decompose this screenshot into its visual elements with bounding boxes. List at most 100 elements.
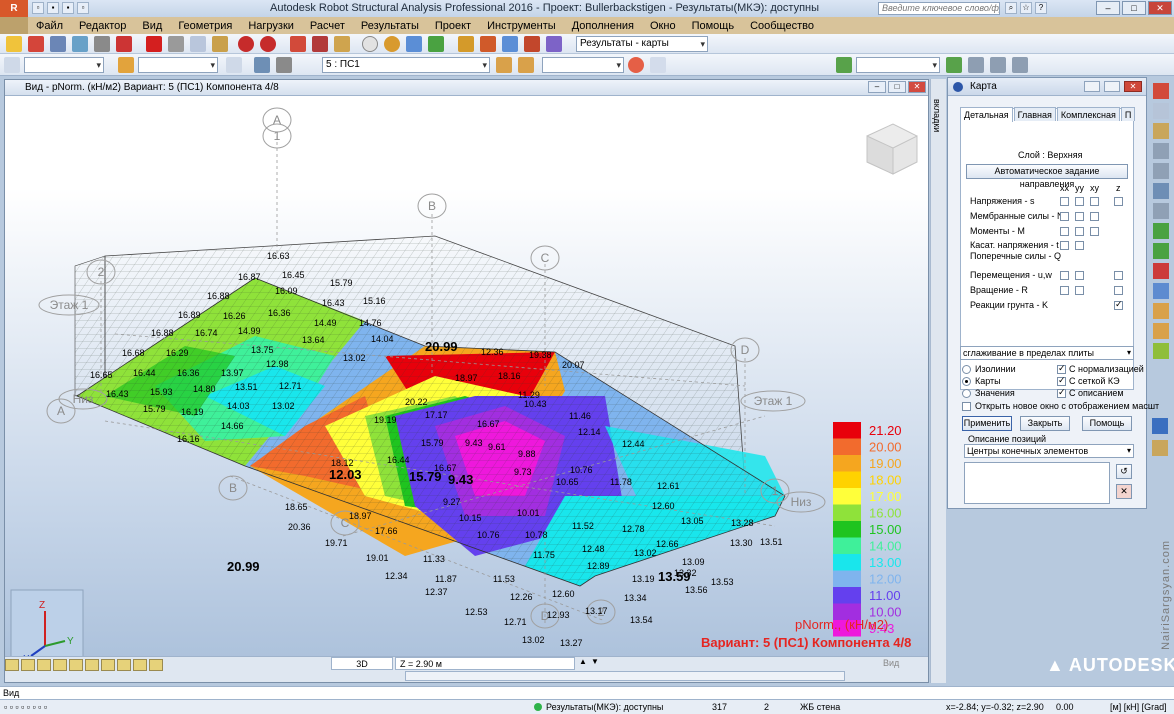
display-icon[interactable] bbox=[254, 57, 270, 73]
undo-icon[interactable] bbox=[238, 36, 254, 52]
case-next-icon[interactable] bbox=[518, 57, 534, 73]
view-cube[interactable] bbox=[866, 123, 918, 175]
calc-icon[interactable] bbox=[502, 36, 518, 52]
layer-combo[interactable] bbox=[856, 57, 940, 73]
side-tool-icon[interactable] bbox=[1153, 83, 1169, 99]
view-window[interactable]: Вид - pNorm. (кН/м2) Вариант: 5 (ПС1) Ко… bbox=[4, 79, 929, 683]
vb-tool-icon[interactable] bbox=[101, 659, 115, 671]
component-checkbox[interactable] bbox=[1075, 197, 1084, 206]
side-tool-icon[interactable] bbox=[1153, 243, 1169, 259]
side-tool-icon[interactable] bbox=[1153, 163, 1169, 179]
tabs-strip-label[interactable]: вкладки bbox=[932, 99, 942, 132]
vb-tool-icon[interactable] bbox=[37, 659, 51, 671]
side-tool-icon[interactable] bbox=[1153, 183, 1169, 199]
status-tools[interactable]: ▫ ▫ ▫ ▫ ▫ ▫ ▫ ▫ bbox=[4, 702, 47, 712]
dialog-close-button[interactable]: ✕ bbox=[1124, 81, 1142, 92]
vb-tool-icon[interactable] bbox=[117, 659, 131, 671]
component-checkbox[interactable] bbox=[1114, 197, 1123, 206]
new-project-icon[interactable] bbox=[6, 36, 22, 52]
rotate-icon[interactable] bbox=[428, 36, 444, 52]
vb-tool-icon[interactable] bbox=[5, 659, 19, 671]
layout-select[interactable]: Результаты - карты bbox=[576, 36, 708, 52]
view-close-button[interactable]: ✕ bbox=[908, 81, 926, 93]
filter-icon[interactable] bbox=[226, 57, 242, 73]
vb-tool-icon[interactable] bbox=[69, 659, 83, 671]
menu-item[interactable]: Расчет bbox=[302, 20, 353, 32]
z-down-icon[interactable]: ▼ bbox=[591, 657, 601, 670]
vb-tool-icon[interactable] bbox=[53, 659, 67, 671]
vb-tool-icon[interactable] bbox=[133, 659, 147, 671]
qa-open-icon[interactable]: ▪ bbox=[47, 2, 59, 14]
component-checkbox[interactable] bbox=[1060, 286, 1069, 295]
menu-item[interactable]: Дополнения bbox=[564, 20, 642, 32]
paste-icon[interactable] bbox=[212, 36, 228, 52]
values-radio[interactable] bbox=[962, 389, 971, 398]
component-checkbox[interactable] bbox=[1090, 197, 1099, 206]
position-desc-select[interactable]: Центры конечных элементов bbox=[964, 444, 1134, 458]
description-checkbox[interactable] bbox=[1057, 387, 1066, 398]
redo-icon[interactable] bbox=[260, 36, 276, 52]
vb-tool-icon[interactable] bbox=[85, 659, 99, 671]
component-checkbox[interactable] bbox=[1114, 299, 1123, 310]
layer-all-icon[interactable] bbox=[990, 57, 1006, 73]
apply-button[interactable]: Применить bbox=[962, 416, 1012, 431]
side-tool-icon[interactable] bbox=[1153, 303, 1169, 319]
menu-item[interactable]: Вид bbox=[134, 20, 170, 32]
normalize-checkbox[interactable] bbox=[1057, 363, 1066, 374]
menu-item[interactable]: Окно bbox=[642, 20, 684, 32]
side-tool-icon[interactable] bbox=[1153, 143, 1169, 159]
view-3d-tab[interactable]: 3D bbox=[331, 657, 393, 670]
tab-main[interactable]: Главная bbox=[1013, 107, 1056, 121]
side-tool-icon[interactable] bbox=[1153, 343, 1169, 359]
cut-icon[interactable] bbox=[116, 36, 132, 52]
layer-down-icon[interactable] bbox=[968, 57, 984, 73]
pan-icon[interactable] bbox=[406, 36, 422, 52]
model-3d-view[interactable]: A1B2CЭтаж 1НизADЭтаж 11НизBCD 2 16.6316.4… bbox=[5, 96, 929, 674]
side-tool-icon[interactable] bbox=[1153, 103, 1169, 119]
view-restore-button[interactable]: □ bbox=[888, 81, 906, 93]
open-icon[interactable] bbox=[28, 36, 44, 52]
side-tool-icon[interactable] bbox=[1153, 203, 1169, 219]
menu-item[interactable]: Результаты bbox=[353, 20, 427, 32]
new-window-checkbox[interactable] bbox=[962, 402, 971, 411]
component-checkbox[interactable] bbox=[1075, 212, 1084, 221]
component-select[interactable] bbox=[542, 57, 624, 73]
component-checkbox[interactable] bbox=[1060, 212, 1069, 221]
vb-tool-icon[interactable] bbox=[21, 659, 35, 671]
component-checkbox[interactable] bbox=[1060, 241, 1069, 250]
side-tool-icon[interactable] bbox=[1153, 323, 1169, 339]
design-icon[interactable] bbox=[546, 36, 562, 52]
app-logo[interactable]: R bbox=[0, 0, 28, 17]
node-selection-combo[interactable] bbox=[24, 57, 104, 73]
fe-mesh-checkbox[interactable] bbox=[1057, 375, 1066, 386]
component-checkbox[interactable] bbox=[1090, 227, 1099, 236]
help-button[interactable]: Помощь bbox=[1082, 416, 1132, 431]
smoothing-select[interactable]: сглаживание в пределах плиты bbox=[960, 346, 1134, 360]
component-checkbox[interactable] bbox=[1075, 271, 1084, 280]
calendar-icon[interactable] bbox=[1152, 418, 1168, 434]
color-palette-icon[interactable] bbox=[628, 57, 644, 73]
close-button[interactable]: ✕ bbox=[1148, 1, 1172, 15]
help-search-input[interactable]: Введите ключевое слово/фразу bbox=[878, 2, 1000, 15]
vb-tool-icon[interactable] bbox=[149, 659, 163, 671]
menu-item[interactable]: Файл bbox=[28, 20, 71, 32]
settings-side-icon[interactable] bbox=[1152, 440, 1168, 456]
print-icon[interactable] bbox=[72, 36, 88, 52]
component-checkbox[interactable] bbox=[1090, 212, 1099, 221]
layer-icon[interactable] bbox=[836, 57, 852, 73]
menu-item[interactable]: Редактор bbox=[71, 20, 134, 32]
qa-new-icon[interactable]: ▫ bbox=[32, 2, 44, 14]
command-line[interactable]: Вид bbox=[0, 686, 1174, 699]
tab-complex[interactable]: Комплексная bbox=[1056, 107, 1120, 121]
dialog-maximize-button[interactable] bbox=[1104, 81, 1120, 92]
component-checkbox[interactable] bbox=[1060, 271, 1069, 280]
structure-icon[interactable] bbox=[458, 36, 474, 52]
layer-up-icon[interactable] bbox=[946, 57, 962, 73]
menu-item[interactable]: Нагрузки bbox=[240, 20, 302, 32]
z-level-field[interactable]: Z = 2.90 м bbox=[395, 657, 575, 670]
binoculars-icon[interactable]: ⌕ bbox=[1005, 2, 1017, 14]
maps-radio[interactable] bbox=[962, 377, 971, 386]
selection-cursor-icon[interactable] bbox=[4, 57, 20, 73]
side-tool-icon[interactable] bbox=[1153, 283, 1169, 299]
auto-direction-button[interactable]: Автоматическое задание направления bbox=[966, 164, 1128, 189]
